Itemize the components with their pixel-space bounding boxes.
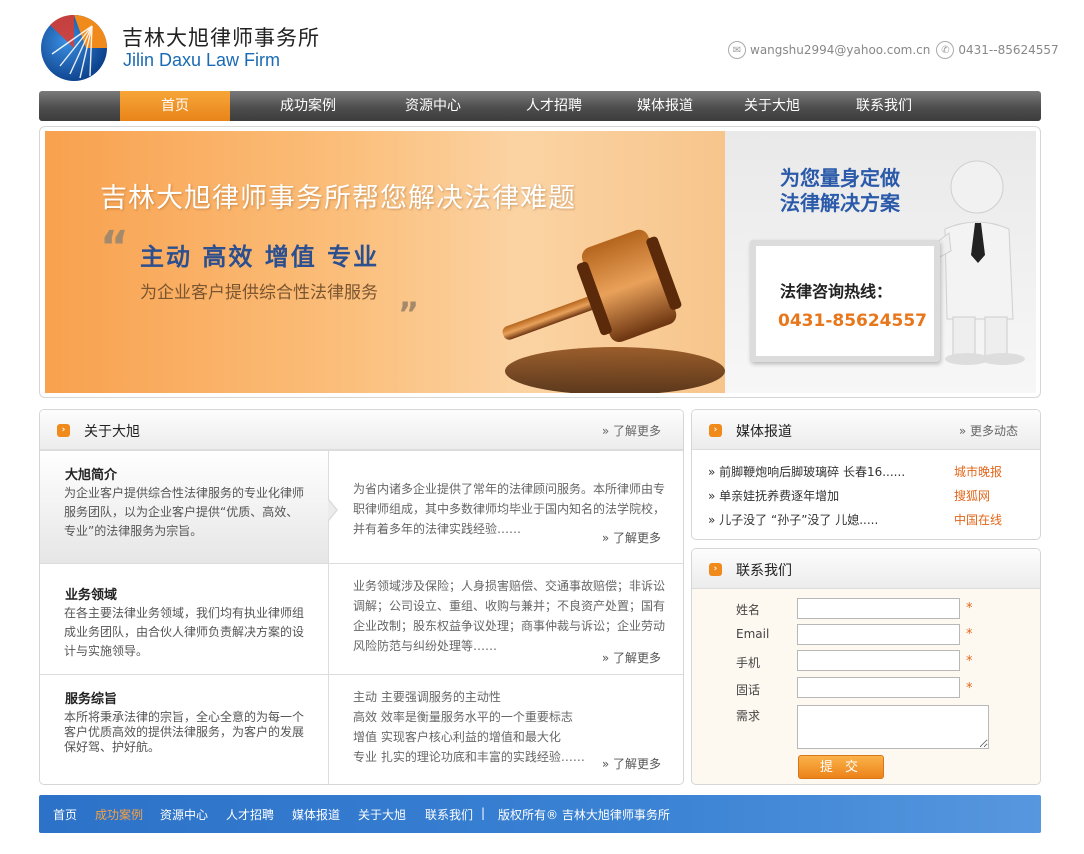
required-mark: *: [966, 601, 973, 616]
phone-icon: ✆: [936, 41, 955, 59]
chevron-right-icon: ›: [57, 424, 70, 437]
main-nav: 首页 成功案例 资源中心 人才招聘 媒体报道 关于大旭 联系我们: [39, 91, 1041, 121]
footer-link-home[interactable]: 首页: [53, 806, 77, 823]
chevron-right-icon: ›: [709, 563, 722, 576]
about-practice-heading: 业务领域: [65, 588, 118, 603]
mission-line: 增值 实现客户核心利益的增值和最大化: [353, 730, 561, 744]
mobile-field[interactable]: [797, 650, 960, 671]
nav-item-cases[interactable]: 成功案例: [253, 91, 363, 121]
about-practice-detail: 业务领域涉及保险；人身损害赔偿、交通事故赔偿；非诉讼调解；公司设立、重组、收购与…: [353, 579, 666, 653]
about-practice-summary: 业务领域 在各主要法律业务领域，我们均有执业律师组成业务团队，由合伙人律师负责解…: [40, 564, 329, 674]
footer-separator: |: [481, 806, 486, 820]
name-field[interactable]: [797, 598, 960, 619]
footer-link-resources[interactable]: 资源中心: [160, 806, 208, 823]
open-quote-icon: “: [100, 222, 129, 273]
footer-link-careers[interactable]: 人才招聘: [226, 806, 274, 823]
nav-item-about[interactable]: 关于大旭: [717, 91, 827, 121]
mobile-label: 手机: [736, 656, 761, 670]
banner-subtitle: 为企业客户提供综合性法律服务: [140, 283, 378, 303]
news-source[interactable]: 城市晚报: [954, 463, 1002, 480]
hotline-number: 0431-85624557: [778, 311, 927, 331]
mission-line: 主动 主要强调服务的主动性: [353, 690, 501, 704]
about-row-intro: 大旭简介 为企业客户提供综合性法律服务的专业化律师服务团队，以为企业客户提供“优…: [40, 450, 683, 563]
media-title: 媒体报道: [736, 424, 792, 440]
about-header: › 关于大旭 » 了解更多: [40, 410, 683, 450]
banner-slogan: 主动 高效 增值 专业: [140, 243, 380, 271]
about-panel: › 关于大旭 » 了解更多 大旭简介 为企业客户提供综合性法律服务的专业化律师服…: [39, 409, 684, 785]
mail-icon: ✉: [728, 41, 746, 59]
about-more-link[interactable]: » 了解更多: [602, 422, 661, 439]
footer-link-media[interactable]: 媒体报道: [292, 806, 340, 823]
news-title[interactable]: » 单亲娃抚养费逐年增加: [708, 487, 839, 504]
about-intro-summary: 大旭简介 为企业客户提供综合性法律服务的专业化律师服务团队，以为企业客户提供“优…: [40, 451, 329, 563]
contact-form-header: › 联系我们: [692, 549, 1040, 589]
footer-link-contact[interactable]: 联系我们: [425, 806, 473, 823]
chevron-right-icon: ›: [709, 424, 722, 437]
request-textarea[interactable]: [797, 705, 989, 749]
footer-link-about[interactable]: 关于大旭: [358, 806, 406, 823]
about-mission-heading: 服务综旨: [65, 692, 118, 707]
hotline-label: 法律咨询热线：: [780, 282, 893, 301]
about-mission-more-link[interactable]: » 了解更多: [602, 755, 661, 772]
news-item: » 前脚鞭炮响后脚玻璃碎 长春16...... 城市晚报: [708, 463, 1028, 485]
firm-name-en: Jilin Daxu Law Firm: [123, 50, 281, 70]
news-title[interactable]: » 儿子没了 “孙子”没了 儿媳.....: [708, 511, 878, 528]
header-phone: 0431--85624557: [958, 43, 1059, 57]
about-mission-text: 本所将秉承法律的宗旨，全心全意的为每一个客户优质高效的提供法律服务，为客户的发展…: [64, 710, 305, 754]
nav-item-home[interactable]: 首页: [120, 91, 230, 121]
about-practice-more-link[interactable]: » 了解更多: [602, 649, 661, 666]
news-item: » 儿子没了 “孙子”没了 儿媳..... 中国在线: [708, 511, 1028, 533]
about-mission-summary: 服务综旨 本所将秉承法律的宗旨，全心全意的为每一个客户优质高效的提供法律服务，为…: [40, 675, 329, 784]
nav-item-careers[interactable]: 人才招聘: [499, 91, 609, 121]
about-row-mission: 服务综旨 本所将秉承法律的宗旨，全心全意的为每一个客户优质高效的提供法律服务，为…: [40, 674, 683, 784]
header-contact: ✉ wangshu2994@yahoo.com.cn ✆ 0431--85624…: [728, 38, 1059, 62]
news-source[interactable]: 搜狐网: [954, 487, 990, 504]
footer-link-cases[interactable]: 成功案例: [95, 806, 143, 823]
nav-item-media[interactable]: 媒体报道: [610, 91, 720, 121]
firm-logo-icon: [41, 14, 107, 81]
request-label: 需求: [736, 709, 761, 723]
row-pointer: [328, 499, 338, 521]
news-title[interactable]: » 前脚鞭炮响后脚玻璃碎 长春16......: [708, 463, 905, 480]
about-intro-heading: 大旭简介: [65, 468, 118, 483]
about-practice-text: 在各主要法律业务领域，我们均有执业律师组成业务团队，由合伙人律师负责解决方案的设…: [64, 606, 305, 658]
banner-title: 吉林大旭律师事务所帮您解决法律难题: [100, 183, 576, 214]
footer-copyright: 版权所有® 吉林大旭律师事务所: [498, 808, 670, 822]
name-label: 姓名: [736, 603, 761, 617]
media-more-link[interactable]: » 更多动态: [959, 422, 1018, 439]
about-title: 关于大旭: [84, 424, 140, 440]
nav-item-contact[interactable]: 联系我们: [829, 91, 939, 121]
about-intro-more-link[interactable]: » 了解更多: [602, 529, 661, 546]
nav-item-resources[interactable]: 资源中心: [378, 91, 488, 121]
banner-tagline-line2: 法律解决方案: [780, 191, 900, 215]
email-field[interactable]: [797, 624, 960, 645]
required-mark: *: [966, 654, 973, 669]
media-panel: › 媒体报道 » 更多动态 » 前脚鞭炮响后脚玻璃碎 长春16...... 城市…: [691, 409, 1041, 540]
contact-form-panel: › 联系我们 姓名 * Email * 手机 * 固话 * 需求 提 交: [691, 548, 1041, 785]
header-email[interactable]: wangshu2994@yahoo.com.cn: [750, 43, 930, 57]
news-source[interactable]: 中国在线: [954, 511, 1002, 528]
close-quote-icon: ”: [398, 295, 420, 333]
banner-tagline-line1: 为您量身定做: [780, 166, 900, 190]
contact-form-title: 联系我们: [736, 563, 792, 579]
about-intro-text: 为企业客户提供综合性法律服务的专业化律师服务团队，以为企业客户提供“优质、高效、…: [64, 486, 305, 538]
required-mark: *: [966, 681, 973, 696]
required-mark: *: [966, 627, 973, 642]
media-header: › 媒体报道 » 更多动态: [692, 410, 1040, 450]
gavel-icon: [502, 229, 725, 393]
about-row-practice: 业务领域 在各主要法律业务领域，我们均有执业律师组成业务团队，由合伙人律师负责解…: [40, 563, 683, 674]
news-item: » 单亲娃抚养费逐年增加 搜狐网: [708, 487, 1028, 509]
mission-line: 高效 效率是衡量服务水平的一个重要标志: [353, 710, 573, 724]
email-label: Email: [736, 627, 770, 641]
firm-name-cn: 吉林大旭律师事务所: [122, 26, 320, 50]
landline-field[interactable]: [797, 677, 960, 698]
banner-tagline: 为您量身定做 法律解决方案: [780, 166, 900, 216]
submit-button[interactable]: 提 交: [798, 755, 884, 779]
landline-label: 固话: [736, 683, 761, 697]
footer-bar: 首页 成功案例 资源中心 人才招聘 媒体报道 关于大旭 联系我们 | 版权所有®…: [39, 795, 1041, 833]
